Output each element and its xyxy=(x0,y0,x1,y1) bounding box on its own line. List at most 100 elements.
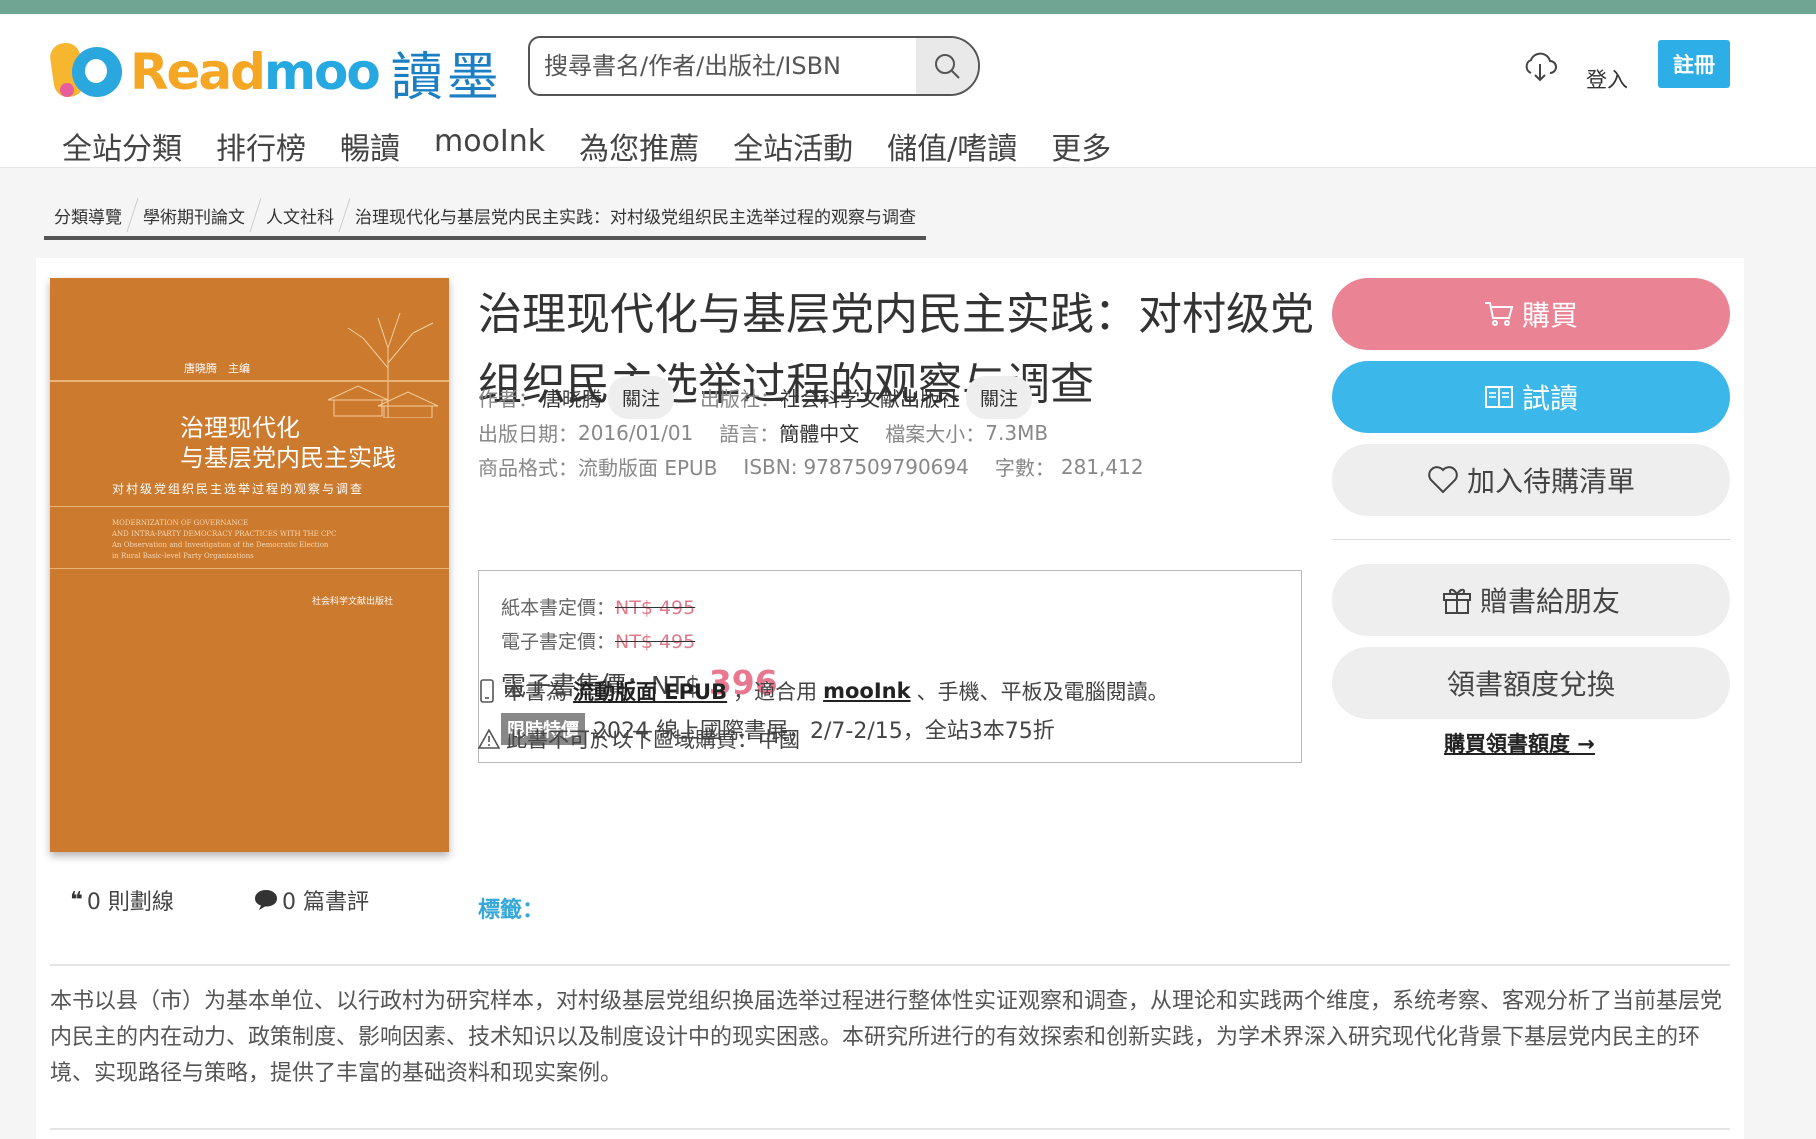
site-header: Readmoo 讀墨 登入 註冊 全站分類 排行榜 暢讀 mooInk 為您推薦… xyxy=(0,14,1816,168)
gift-button[interactable]: 贈書給朋友 xyxy=(1332,564,1730,636)
author-link[interactable]: 唐晓腾 xyxy=(542,383,602,412)
search-icon xyxy=(935,54,960,79)
cover-subtitle: 对村级党组织民主选举过程的观察与调查 xyxy=(112,482,365,496)
cover-en-line: in Rural Basic-level Party Organizations xyxy=(112,552,254,560)
cover-title-line2: 与基层党内民主实践 xyxy=(180,444,396,472)
breadcrumb-item[interactable]: 學術期刊論文 xyxy=(133,203,255,228)
format-info-mid: ，適合用 xyxy=(733,680,818,704)
trial-read-label: 試讀 xyxy=(1521,382,1578,415)
region-text: 此書不可於以下區域購買：中國 xyxy=(506,728,800,752)
paper-price-row: 紙本書定價：NT$ 495 xyxy=(501,593,695,620)
format-value: 流動版面 EPUB xyxy=(578,456,718,480)
section-divider xyxy=(50,964,1730,966)
book-cover[interactable]: 唐晓腾 主编 治理现代化 与基层党内民主实践 对村级党组织民主选举过程的观察与调… xyxy=(50,278,449,852)
paper-price-label: 紙本書定價： xyxy=(501,597,616,619)
ebook-price-value: NT$ 495 xyxy=(615,631,696,653)
isbn-value: 9787509790694 xyxy=(803,454,969,479)
author-label: 作者： xyxy=(478,387,538,411)
paper-price-value: NT$ 495 xyxy=(615,597,696,619)
publisher-label: 出版社： xyxy=(700,387,781,411)
cover-rule xyxy=(50,568,449,569)
redeem-quota-button[interactable]: 領書額度兌換 xyxy=(1332,647,1730,719)
readmoo-logo-icon xyxy=(48,39,124,105)
filesize-value: 7.3MB xyxy=(985,420,1049,445)
warning-icon xyxy=(478,729,500,749)
heart-icon xyxy=(1428,466,1458,494)
wordcount-value: 281,412 xyxy=(1060,454,1144,479)
open-book-icon xyxy=(1484,386,1513,408)
nav-mooink[interactable]: mooInk xyxy=(434,124,545,168)
nav-topup[interactable]: 儲值/嗜讀 xyxy=(887,124,1017,168)
pubdate-value: 2016/01/01 xyxy=(578,420,694,445)
logo-chinese: 讀墨 xyxy=(390,47,503,108)
comment-icon xyxy=(255,890,277,910)
breadcrumb-item[interactable]: 人文社科 xyxy=(256,203,344,228)
format-link[interactable]: 流動版面 EPUB xyxy=(573,676,727,706)
region-warning: 此書不可於以下區域購買：中國 xyxy=(478,724,800,754)
search-input[interactable] xyxy=(530,38,916,94)
buy-button[interactable]: 購買 xyxy=(1332,278,1730,350)
top-accent-bar xyxy=(0,0,1816,14)
language-value: 簡體中文 xyxy=(779,422,860,446)
wordcount-label: 字數： xyxy=(994,456,1055,480)
highlights-label: 0 則劃線 xyxy=(86,890,174,915)
book-description: 本书以县（市）为基本单位、以行政村为研究样本，对村级基层党组织换届选举过程进行整… xyxy=(50,989,1723,1086)
main-nav: 全站分類 排行榜 暢讀 mooInk 為您推薦 全站活動 儲值/嗜讀 更多 xyxy=(62,124,1145,168)
register-button[interactable]: 註冊 xyxy=(1658,40,1730,88)
cloud-download-icon[interactable] xyxy=(1522,48,1558,84)
search-button[interactable] xyxy=(916,38,978,94)
cover-en-line: An Observation and Investigation of the … xyxy=(112,541,329,549)
gift-icon xyxy=(1442,588,1471,614)
cover-tree-illustration xyxy=(327,312,439,418)
cover-en-line: MODERNIZATION OF GOVERNANCE xyxy=(112,519,249,527)
nav-recommend[interactable]: 為您推薦 xyxy=(579,124,699,168)
highlights-count[interactable]: ❝ 0 則劃線 xyxy=(70,884,174,916)
breadcrumb-current: 治理现代化与基层党内民主实践：对村级党组织民主选举过程的观察与调查 xyxy=(355,207,916,228)
format-info-post: 、手機、平板及電腦閱讀。 xyxy=(916,680,1169,704)
search-bar xyxy=(528,36,980,96)
redeem-label: 領書額度兌換 xyxy=(1446,668,1615,701)
author-publisher-row: 作者： 唐晓腾 關注 出版社： 社会科学文献出版社 關注 xyxy=(478,376,1033,419)
mobile-icon xyxy=(480,679,494,703)
ebook-price-label: 電子書定價： xyxy=(501,631,616,653)
buy-quota-link[interactable]: 購買領書額度 → xyxy=(1444,728,1595,758)
cover-rule xyxy=(50,380,449,382)
isbn-label: ISBN: xyxy=(743,454,798,479)
follow-publisher-button[interactable]: 關注 xyxy=(966,376,1033,419)
nav-rankings[interactable]: 排行榜 xyxy=(216,124,306,168)
cover-en-line: AND INTRA-PARTY DEMOCRACY PRACTICES WITH… xyxy=(112,530,337,538)
reviews-label: 0 篇書評 xyxy=(282,890,369,915)
format-info: 本書為 流動版面 EPUB ，適合用 mooInk 、手機、平板及電腦閱讀。 xyxy=(478,676,1169,706)
ebook-list-price-row: 電子書定價：NT$ 495 xyxy=(501,627,695,654)
login-link[interactable]: 登入 xyxy=(1586,64,1628,94)
mooink-link[interactable]: mooInk xyxy=(823,679,910,703)
pubinfo-row: 出版日期： 2016/01/01 語言： 簡體中文 檔案大小： 7.3MB xyxy=(478,418,1048,447)
buy-label: 購買 xyxy=(1521,299,1578,332)
trial-read-button[interactable]: 試讀 xyxy=(1332,361,1730,433)
wishlist-button[interactable]: 加入待購清單 xyxy=(1332,444,1730,516)
format-label: 商品格式： xyxy=(478,456,578,480)
publisher-link[interactable]: 社会科学文献出版社 xyxy=(780,383,960,412)
reviews-count[interactable]: 0 篇書評 xyxy=(254,884,369,916)
nav-events[interactable]: 全站活動 xyxy=(733,124,853,168)
nav-unlimited[interactable]: 暢讀 xyxy=(340,124,400,168)
format-info-pre: 本書為 xyxy=(504,680,567,704)
logo-text-moo: moo xyxy=(263,43,381,101)
section-divider xyxy=(50,1128,1730,1130)
cover-publisher: 社会科学文献出版社 xyxy=(312,597,394,607)
cover-editor: 唐晓腾 主编 xyxy=(184,362,250,375)
product-panel: 唐晓腾 主编 治理现代化 与基层党内民主实践 对村级党组织民主选举过程的观察与调… xyxy=(36,258,1744,1139)
logo-wordmark: Readmoo xyxy=(130,43,381,101)
filesize-label: 檔案大小： xyxy=(885,422,986,446)
site-logo[interactable]: Readmoo 讀墨 xyxy=(48,32,503,112)
nav-more[interactable]: 更多 xyxy=(1051,124,1111,168)
tags-label: 標籤： xyxy=(478,898,545,923)
breadcrumb-item[interactable]: 分類導覽 xyxy=(44,203,132,228)
wishlist-label: 加入待購清單 xyxy=(1466,465,1635,498)
format-row: 商品格式： 流動版面 EPUB ISBN: 9787509790694 字數： … xyxy=(478,452,1144,481)
nav-categories[interactable]: 全站分類 xyxy=(62,124,182,168)
action-divider xyxy=(1332,539,1730,540)
language-label: 語言： xyxy=(719,422,780,446)
quote-icon: ❝ xyxy=(70,887,83,913)
follow-author-button[interactable]: 關注 xyxy=(608,376,675,419)
